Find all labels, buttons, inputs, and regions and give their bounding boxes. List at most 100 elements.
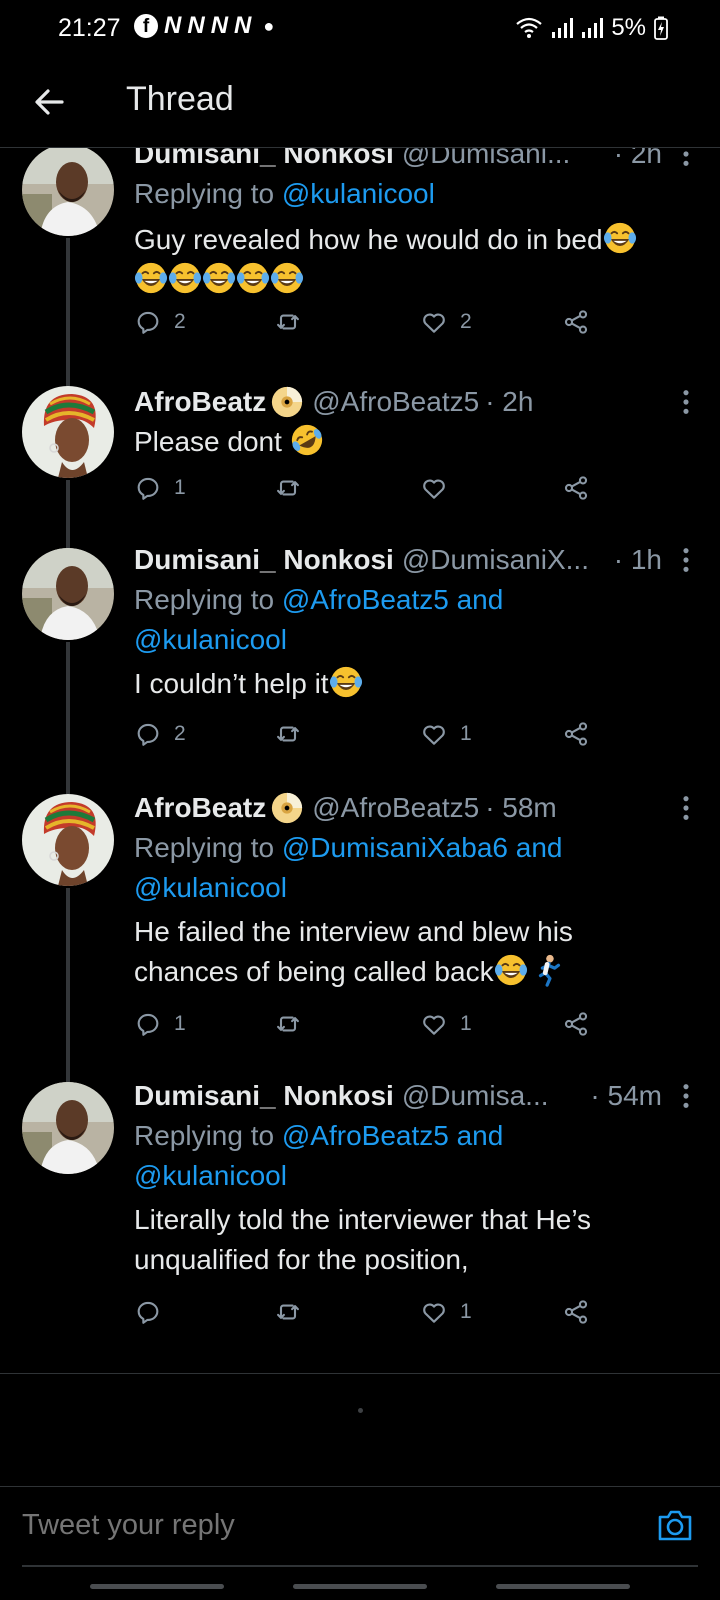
status-time: 21:27 <box>58 14 121 42</box>
more-vertical-icon[interactable] <box>680 794 692 822</box>
tweet-text: I couldn’t help it <box>134 664 684 704</box>
tweet[interactable]: AfroBeatz @AfroBeatz5 · 2h Please dont 1 <box>0 380 720 530</box>
tears-of-joy-emoji <box>603 221 637 255</box>
avatar[interactable] <box>22 794 114 886</box>
user-handle[interactable]: @AfroBeatz5 <box>312 788 479 828</box>
tweet-text-line: He failed the interview and blew his <box>134 916 573 947</box>
status-bar: 21:27 f N N N N ● 5% <box>0 0 720 56</box>
optical-disc-emoji <box>270 385 304 419</box>
mention-link[interactable]: @kulanicool <box>134 624 287 655</box>
avatar[interactable] <box>22 148 114 236</box>
retweet-button[interactable] <box>274 474 314 502</box>
thread-timeline[interactable]: Dumisani_ Nonkosi @Dumisani... · 2h Repl… <box>0 148 720 1373</box>
tweet-actions: 2 2 <box>134 308 614 348</box>
battery-percent: 5% <box>611 14 646 41</box>
mention-link[interactable]: @kulanicool <box>134 872 287 903</box>
share-button[interactable] <box>562 1010 590 1038</box>
mention-link[interactable]: @kulanicool <box>282 178 435 209</box>
retweet-button[interactable] <box>274 720 314 748</box>
retweet-icon <box>274 1298 302 1326</box>
display-name[interactable]: Dumisani_ Nonkosi <box>134 148 394 174</box>
heart-icon <box>420 474 448 502</box>
user-handle[interactable]: @Dumisani... <box>402 148 570 174</box>
tweet-text: Literally told the interviewer that He’s… <box>134 1200 684 1280</box>
notification-n-icon: N <box>164 12 182 39</box>
reply-icon <box>134 474 162 502</box>
replying-to: Replying to @AfroBeatz5 and @kulanicool <box>134 1116 684 1196</box>
notification-n-icon: N <box>210 12 229 39</box>
mention-link[interactable]: @kulanicool <box>134 1160 287 1191</box>
facebook-icon: f <box>134 14 158 38</box>
like-button[interactable]: 1 <box>420 1010 472 1038</box>
like-button[interactable]: 1 <box>420 1298 472 1326</box>
tears-of-joy-emoji <box>329 665 363 699</box>
tweet-header: Dumisani_ Nonkosi @DumisaniX... · 1h <box>134 540 684 580</box>
battery-charging-icon <box>654 16 668 40</box>
like-count: 1 <box>460 1012 472 1035</box>
like-button[interactable] <box>420 474 460 502</box>
mention-link[interactable]: @AfroBeatz5 and <box>282 584 503 615</box>
user-handle[interactable]: @DumisaniX... <box>402 540 589 580</box>
tweet[interactable]: Dumisani_ Nonkosi @Dumisa... · 54m Reply… <box>0 1076 720 1366</box>
reply-icon <box>134 1298 162 1326</box>
user-handle[interactable]: @Dumisa... <box>402 1076 549 1116</box>
mention-link[interactable]: @AfroBeatz5 and <box>282 1120 503 1151</box>
more-vertical-icon[interactable] <box>680 388 692 416</box>
reply-button[interactable]: 1 <box>134 474 186 502</box>
reply-button[interactable]: 2 <box>134 308 186 336</box>
share-button[interactable] <box>562 720 590 748</box>
tweet-text-line: Literally told the interviewer that He’s <box>134 1204 592 1235</box>
retweet-button[interactable] <box>274 1298 314 1326</box>
tweet-header: AfroBeatz @AfroBeatz5 · 58m <box>134 788 684 828</box>
wifi-icon <box>515 16 543 40</box>
arrow-left-icon <box>35 89 64 115</box>
reply-count: 1 <box>174 1012 186 1035</box>
retweet-button[interactable] <box>274 1010 314 1038</box>
like-button[interactable]: 1 <box>420 720 472 748</box>
mention-link[interactable]: @DumisaniXaba6 and <box>282 832 563 863</box>
heart-icon <box>420 720 448 748</box>
tweet-actions: 1 1 <box>134 1010 614 1050</box>
reply-button[interactable]: 1 <box>134 1010 186 1038</box>
recent-apps-button[interactable] <box>90 1584 224 1589</box>
share-button[interactable] <box>562 308 590 336</box>
display-name[interactable]: AfroBeatz <box>134 788 266 828</box>
share-button[interactable] <box>562 474 590 502</box>
tweet[interactable]: AfroBeatz @AfroBeatz5 · 58m Replying to … <box>0 788 720 1068</box>
replying-prefix: Replying to <box>134 584 275 615</box>
back-nav-button[interactable] <box>496 1584 630 1589</box>
share-button[interactable] <box>562 1298 590 1326</box>
tweet[interactable]: Dumisani_ Nonkosi @DumisaniX... · 1h Rep… <box>0 540 720 780</box>
user-handle[interactable]: @AfroBeatz5 <box>312 382 479 422</box>
like-count: 1 <box>460 1300 472 1323</box>
display-name[interactable]: Dumisani_ Nonkosi <box>134 540 394 580</box>
more-vertical-icon[interactable] <box>680 148 692 168</box>
retweet-button[interactable] <box>274 308 314 336</box>
tweet-header: Dumisani_ Nonkosi @Dumisani... · 2h <box>134 148 684 174</box>
replying-prefix: Replying to <box>134 178 275 209</box>
avatar[interactable] <box>22 1082 114 1174</box>
reply-button[interactable] <box>134 1298 174 1326</box>
rolling-on-floor-laughing-emoji <box>290 423 324 457</box>
replying-to: Replying to @AfroBeatz5 and @kulanicool <box>134 580 684 660</box>
tweet[interactable]: Dumisani_ Nonkosi @Dumisani... · 2h Repl… <box>0 148 720 366</box>
like-button[interactable]: 2 <box>420 308 472 336</box>
reply-count: 2 <box>174 722 186 745</box>
retweet-icon <box>274 720 302 748</box>
page-title: Thread <box>126 80 234 118</box>
share-icon <box>562 1298 590 1326</box>
avatar[interactable] <box>22 386 114 478</box>
display-name[interactable]: AfroBeatz <box>134 382 266 422</box>
display-name[interactable]: Dumisani_ Nonkosi <box>134 1076 394 1116</box>
like-count: 2 <box>460 310 472 333</box>
back-button[interactable] <box>30 82 70 122</box>
reply-button[interactable]: 2 <box>134 720 186 748</box>
home-button[interactable] <box>293 1584 427 1589</box>
tweet-text-line: Please dont <box>134 426 282 457</box>
more-vertical-icon[interactable] <box>680 546 692 574</box>
tweet-reply-input[interactable] <box>22 1509 582 1542</box>
camera-button[interactable] <box>656 1507 694 1543</box>
reply-icon <box>134 1010 162 1038</box>
more-vertical-icon[interactable] <box>680 1082 692 1110</box>
avatar[interactable] <box>22 548 114 640</box>
